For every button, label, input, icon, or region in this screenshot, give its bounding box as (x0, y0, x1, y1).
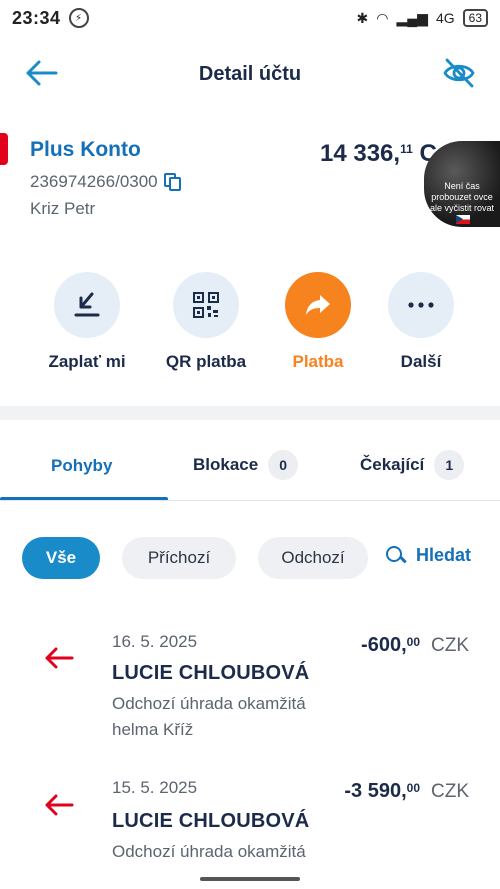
section-divider (0, 406, 500, 420)
bluetooth-icon: ✱ (356, 9, 369, 26)
qr-code-icon (173, 272, 239, 338)
payment-button[interactable]: Platba (263, 272, 373, 372)
transaction-name: LUCIE CHLOUBOVÁ (112, 662, 310, 684)
app-header: Detail účtu (0, 48, 500, 100)
status-icons: ✱ ◠ ▂▄▆ 4G 63 (357, 9, 488, 27)
account-number-row: 236974266/0300 (30, 172, 182, 192)
account-name-part1: Plus (30, 138, 81, 161)
signal-icon: ▂▄▆ (396, 9, 428, 26)
search-label: Hledat (416, 545, 472, 565)
account-balance: 14 336,11 C (320, 140, 437, 168)
transaction-note: helma Kříž (112, 720, 194, 739)
transaction-name: LUCIE CHLOUBOVÁ (112, 810, 310, 832)
network-label: 4G (435, 10, 455, 26)
bubble-line1: Není čas (444, 181, 480, 191)
messenger-icon: ⚡ (68, 8, 89, 28)
account-owner: Kriz Petr (30, 199, 96, 218)
status-bar: 23:34 ⚡ ✱ ◠ ▂▄▆ 4G 63 (0, 0, 500, 36)
tab-blokace[interactable]: Blokace 0 (193, 450, 299, 480)
balance-integer: 14 336, (320, 140, 401, 167)
transaction-amount: -600,00 (361, 634, 420, 656)
tab-blokace-label: Blokace (193, 455, 259, 474)
search-icon (386, 545, 406, 566)
floating-video-bubble[interactable]: Není čas probouzet ovce ale vyčistit rov… (424, 141, 500, 227)
account-color-marker (0, 133, 8, 165)
more-button[interactable]: Další (366, 272, 476, 372)
bubble-line3: ale vyčistit rovat (424, 203, 500, 225)
status-time: 23:34 (12, 7, 61, 28)
outgoing-arrow-icon (45, 647, 74, 669)
request-money-button[interactable]: Zaplať mi (32, 272, 142, 372)
back-arrow-icon[interactable] (24, 58, 58, 88)
request-money-icon (54, 272, 120, 338)
transaction-date: 15. 5. 2025 (112, 778, 198, 797)
balance-decimals: 11 (400, 142, 413, 156)
transaction-row[interactable]: 16. 5. 2025 LUCIE CHLOUBOVÁ Odchozí úhra… (0, 620, 500, 760)
filter-chip-all[interactable]: Vše (22, 537, 100, 579)
copy-icon[interactable] (163, 173, 182, 191)
account-number: 236974266/0300 (30, 172, 158, 191)
filter-chip-incoming[interactable]: Příchozí (122, 537, 236, 579)
wifi-icon: ◠ (376, 9, 389, 26)
home-indicator[interactable] (200, 877, 300, 881)
tab-bar-divider (0, 500, 500, 501)
tab-cekajici[interactable]: Čekající 1 (360, 450, 465, 480)
bubble-line2: probouzet ovce (431, 192, 493, 202)
more-label: Další (400, 352, 442, 371)
qr-payment-label: QR platba (165, 352, 247, 371)
tab-pohyby[interactable]: Pohyby (51, 456, 112, 476)
hide-eye-icon[interactable] (442, 56, 476, 90)
tab-blokace-count: 0 (268, 450, 299, 480)
payment-label: Platba (292, 352, 344, 371)
transaction-row[interactable]: 15. 5. 2025 LUCIE CHLOUBOVÁ Odchozí úhra… (0, 766, 500, 889)
tab-cekajici-label: Čekající (360, 455, 425, 474)
transaction-description: Odchozí úhrada okamžitá (112, 694, 306, 713)
outgoing-arrow-icon (45, 794, 74, 816)
account-name-part2: Konto (80, 138, 141, 161)
filter-chip-outgoing[interactable]: Odchozí (258, 537, 368, 579)
czech-flag-icon (456, 215, 470, 225)
transaction-amount: -3 590,00 (344, 780, 420, 802)
share-arrow-icon (285, 272, 351, 338)
qr-payment-button[interactable]: QR platba (151, 272, 261, 372)
tab-cekajici-count: 1 (434, 450, 465, 480)
transaction-description: Odchozí úhrada okamžitá (112, 842, 306, 861)
page-title: Detail účtu (198, 62, 302, 85)
request-money-label: Zaplať mi (48, 352, 126, 371)
transaction-currency: CZK (431, 635, 469, 656)
transaction-date: 16. 5. 2025 (112, 632, 198, 651)
account-name[interactable]: Plus Konto (30, 138, 141, 162)
tab-pohyby-label: Pohyby (51, 456, 113, 475)
search-button[interactable]: Hledat (386, 545, 471, 566)
more-icon (388, 272, 454, 338)
battery-icon: 63 (462, 9, 488, 27)
transaction-currency: CZK (431, 781, 469, 802)
